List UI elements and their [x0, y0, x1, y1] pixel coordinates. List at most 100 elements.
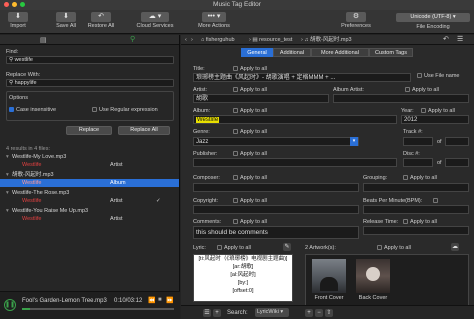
restore-all-button[interactable]: ↶ Restore All — [84, 12, 118, 29]
rewind-icon[interactable]: ⏪ — [148, 297, 155, 304]
folder-icon[interactable]: ▤ — [40, 36, 47, 44]
tab-additional[interactable]: Additional — [273, 48, 311, 57]
artwork-export-button[interactable]: ⇧ — [325, 309, 333, 317]
composer-field[interactable] — [193, 183, 359, 192]
result-file-row[interactable]: ▾ Westlife-The Rose.mp3 — [0, 189, 179, 197]
undo-icon[interactable]: ↶ — [443, 35, 449, 45]
comments-label: Comments: — [193, 219, 222, 225]
preferences-button[interactable]: ⚙ Preferences — [338, 12, 374, 29]
album-label: Album: — [193, 108, 211, 114]
bpm-field[interactable] — [363, 205, 469, 214]
copyright-field[interactable] — [193, 205, 359, 214]
result-match-row-selected[interactable]: Westlife Album — [0, 179, 179, 187]
genre-apply-all[interactable]: Apply to all — [233, 129, 267, 135]
disc-field[interactable] — [403, 158, 433, 167]
mini-player: ❚❚ Fool's Garden-Lemon Tree.mp3 0:10/03:… — [0, 291, 180, 319]
artist-field[interactable]: 胡歌 — [193, 94, 329, 103]
album-artist-apply-all[interactable]: Apply to all — [405, 87, 439, 93]
result-match-row[interactable]: Westlife Artist — [0, 215, 179, 223]
lyric-action-button[interactable]: ☰ — [203, 309, 211, 317]
replace-input[interactable]: ⚲ happylife — [6, 79, 174, 87]
path-home[interactable]: ⌂ fisherguhub — [201, 35, 235, 45]
progress-fill — [22, 308, 30, 310]
path-file[interactable]: › ♫ 胡歌-风起时.mp3 — [301, 35, 352, 45]
player-track-name: Fool's Garden-Lemon Tree.mp3 — [22, 298, 107, 304]
lyric-add-button[interactable]: + — [213, 309, 221, 317]
album-artist-field[interactable] — [333, 94, 469, 103]
result-file-row[interactable]: ▾ Westlife-My Love.mp3 — [0, 153, 179, 161]
back-icon[interactable]: ‹ — [185, 35, 187, 45]
publisher-field[interactable] — [193, 158, 397, 167]
options-box — [6, 91, 174, 121]
year-apply-all[interactable]: Apply to all — [421, 108, 455, 114]
artwork-add-button[interactable]: + — [305, 309, 313, 317]
grouping-apply-all[interactable]: Apply to all — [403, 175, 437, 181]
artist-label: Artist: — [193, 87, 208, 93]
regex-checkbox[interactable]: Use Regular expression — [92, 107, 158, 113]
search-panel: ▤ ⚲ Find: ⚲ westlife Replace With: ⚲ hap… — [0, 35, 180, 319]
minimize-window-button[interactable] — [12, 2, 17, 7]
edit-lyric-button[interactable]: ✎ — [283, 243, 291, 251]
publisher-apply-all[interactable]: Apply to all — [233, 151, 267, 157]
album-field[interactable]: Westlife — [193, 115, 397, 124]
result-file-row[interactable]: ▾ Westlife-You Raise Me Up.mp3 — [0, 207, 179, 215]
artwork-cloud-button[interactable]: ☁ — [451, 243, 459, 251]
release-time-field[interactable] — [363, 226, 469, 235]
result-match-row[interactable]: Westlife Artist ✓ — [0, 197, 179, 205]
close-window-button[interactable] — [4, 2, 9, 7]
genre-select[interactable]: Jazz ▾ — [193, 137, 359, 146]
lyric-apply-all[interactable]: Apply to all — [217, 245, 251, 251]
comments-apply-all[interactable]: Apply to all — [233, 219, 267, 225]
composer-apply-all[interactable]: Apply to all — [233, 175, 267, 181]
zoom-window-button[interactable] — [20, 2, 25, 7]
replace-all-button[interactable]: Replace All — [118, 126, 170, 135]
result-match-row[interactable]: Westlife Artist — [0, 161, 179, 169]
track-of-label: of — [437, 139, 442, 145]
toolbar: ⬇ Import ⬇ Save All ↶ Restore All ☁ ▾ Cl… — [0, 10, 474, 34]
fast-forward-icon[interactable]: ⏩ — [166, 297, 173, 304]
release-apply-all[interactable]: Apply to all — [403, 219, 437, 225]
case-insensitive-checkbox[interactable]: Case insensitive — [9, 107, 56, 113]
artwork-apply-all[interactable]: Apply to all — [377, 245, 411, 251]
find-input[interactable]: ⚲ westlife — [6, 56, 174, 64]
artist-apply-all[interactable]: Apply to all — [233, 87, 267, 93]
progress-track[interactable] — [22, 308, 174, 310]
artwork-remove-button[interactable]: − — [315, 309, 323, 317]
artwork-label: 2 Artwork(s): — [305, 245, 336, 251]
use-file-name-checkbox[interactable]: Use File name — [417, 73, 459, 79]
track-total-field[interactable] — [445, 137, 469, 146]
pause-button[interactable]: ❚❚ — [4, 299, 16, 311]
front-cover-image[interactable] — [312, 259, 346, 293]
pencil-icon: ✎ — [284, 244, 290, 250]
import-button[interactable]: ⬇ Import — [4, 12, 32, 29]
bpm-apply-all[interactable] — [433, 198, 440, 204]
copyright-apply-all[interactable]: Apply to all — [233, 198, 267, 204]
replace-button[interactable]: Replace — [66, 126, 112, 135]
album-apply-all[interactable]: Apply to all — [233, 108, 267, 114]
album-artist-label: Album Artist: — [333, 87, 364, 93]
path-folder[interactable]: › ▤ resource_test — [249, 35, 292, 45]
lyric-textarea[interactable]: [ti:风起时（《琅琊榜》电视剧主题曲)] [ar:胡歌] [al:风起时] [… — [193, 254, 293, 302]
forward-icon[interactable]: › — [191, 35, 193, 45]
result-file-row[interactable]: ▾ 胡歌-风起时.mp3 — [0, 171, 179, 179]
tab-general[interactable]: General — [241, 48, 273, 57]
back-cover-image[interactable] — [356, 259, 390, 293]
grouping-field[interactable] — [363, 183, 469, 192]
tab-custom-tags[interactable]: Custom Tags — [369, 48, 413, 57]
title-apply-all[interactable]: Apply to all — [233, 66, 267, 72]
comments-field[interactable]: this should be comments — [193, 226, 359, 239]
search-tab-icon[interactable]: ⚲ — [130, 35, 135, 43]
title-field[interactable]: 琅琊榜主题曲《风起时》- 胡歌演唱 + 定格MMM + ... — [193, 73, 411, 82]
tag-editor-panel: ‹ › ⌂ fisherguhub › ▤ resource_test › ♫ … — [181, 35, 474, 319]
save-all-button[interactable]: ⬇ Save All — [52, 12, 80, 29]
disc-total-field[interactable] — [445, 158, 469, 167]
encoding-select[interactable]: Unicode (UTF-8) ▾ — [396, 13, 470, 22]
more-actions-button[interactable]: ••• ▾ More Actions — [196, 12, 232, 29]
lock-icon[interactable]: ☰ — [457, 35, 463, 45]
year-field[interactable]: 2012 — [401, 115, 469, 124]
lyric-source-select[interactable]: LyricWiki ▾ — [255, 308, 289, 317]
stop-icon[interactable]: ■ — [158, 297, 162, 303]
tab-more-additional[interactable]: More Additional — [311, 48, 369, 57]
track-field[interactable] — [403, 137, 433, 146]
cloud-services-button[interactable]: ☁ ▾ Cloud Services — [134, 12, 176, 29]
